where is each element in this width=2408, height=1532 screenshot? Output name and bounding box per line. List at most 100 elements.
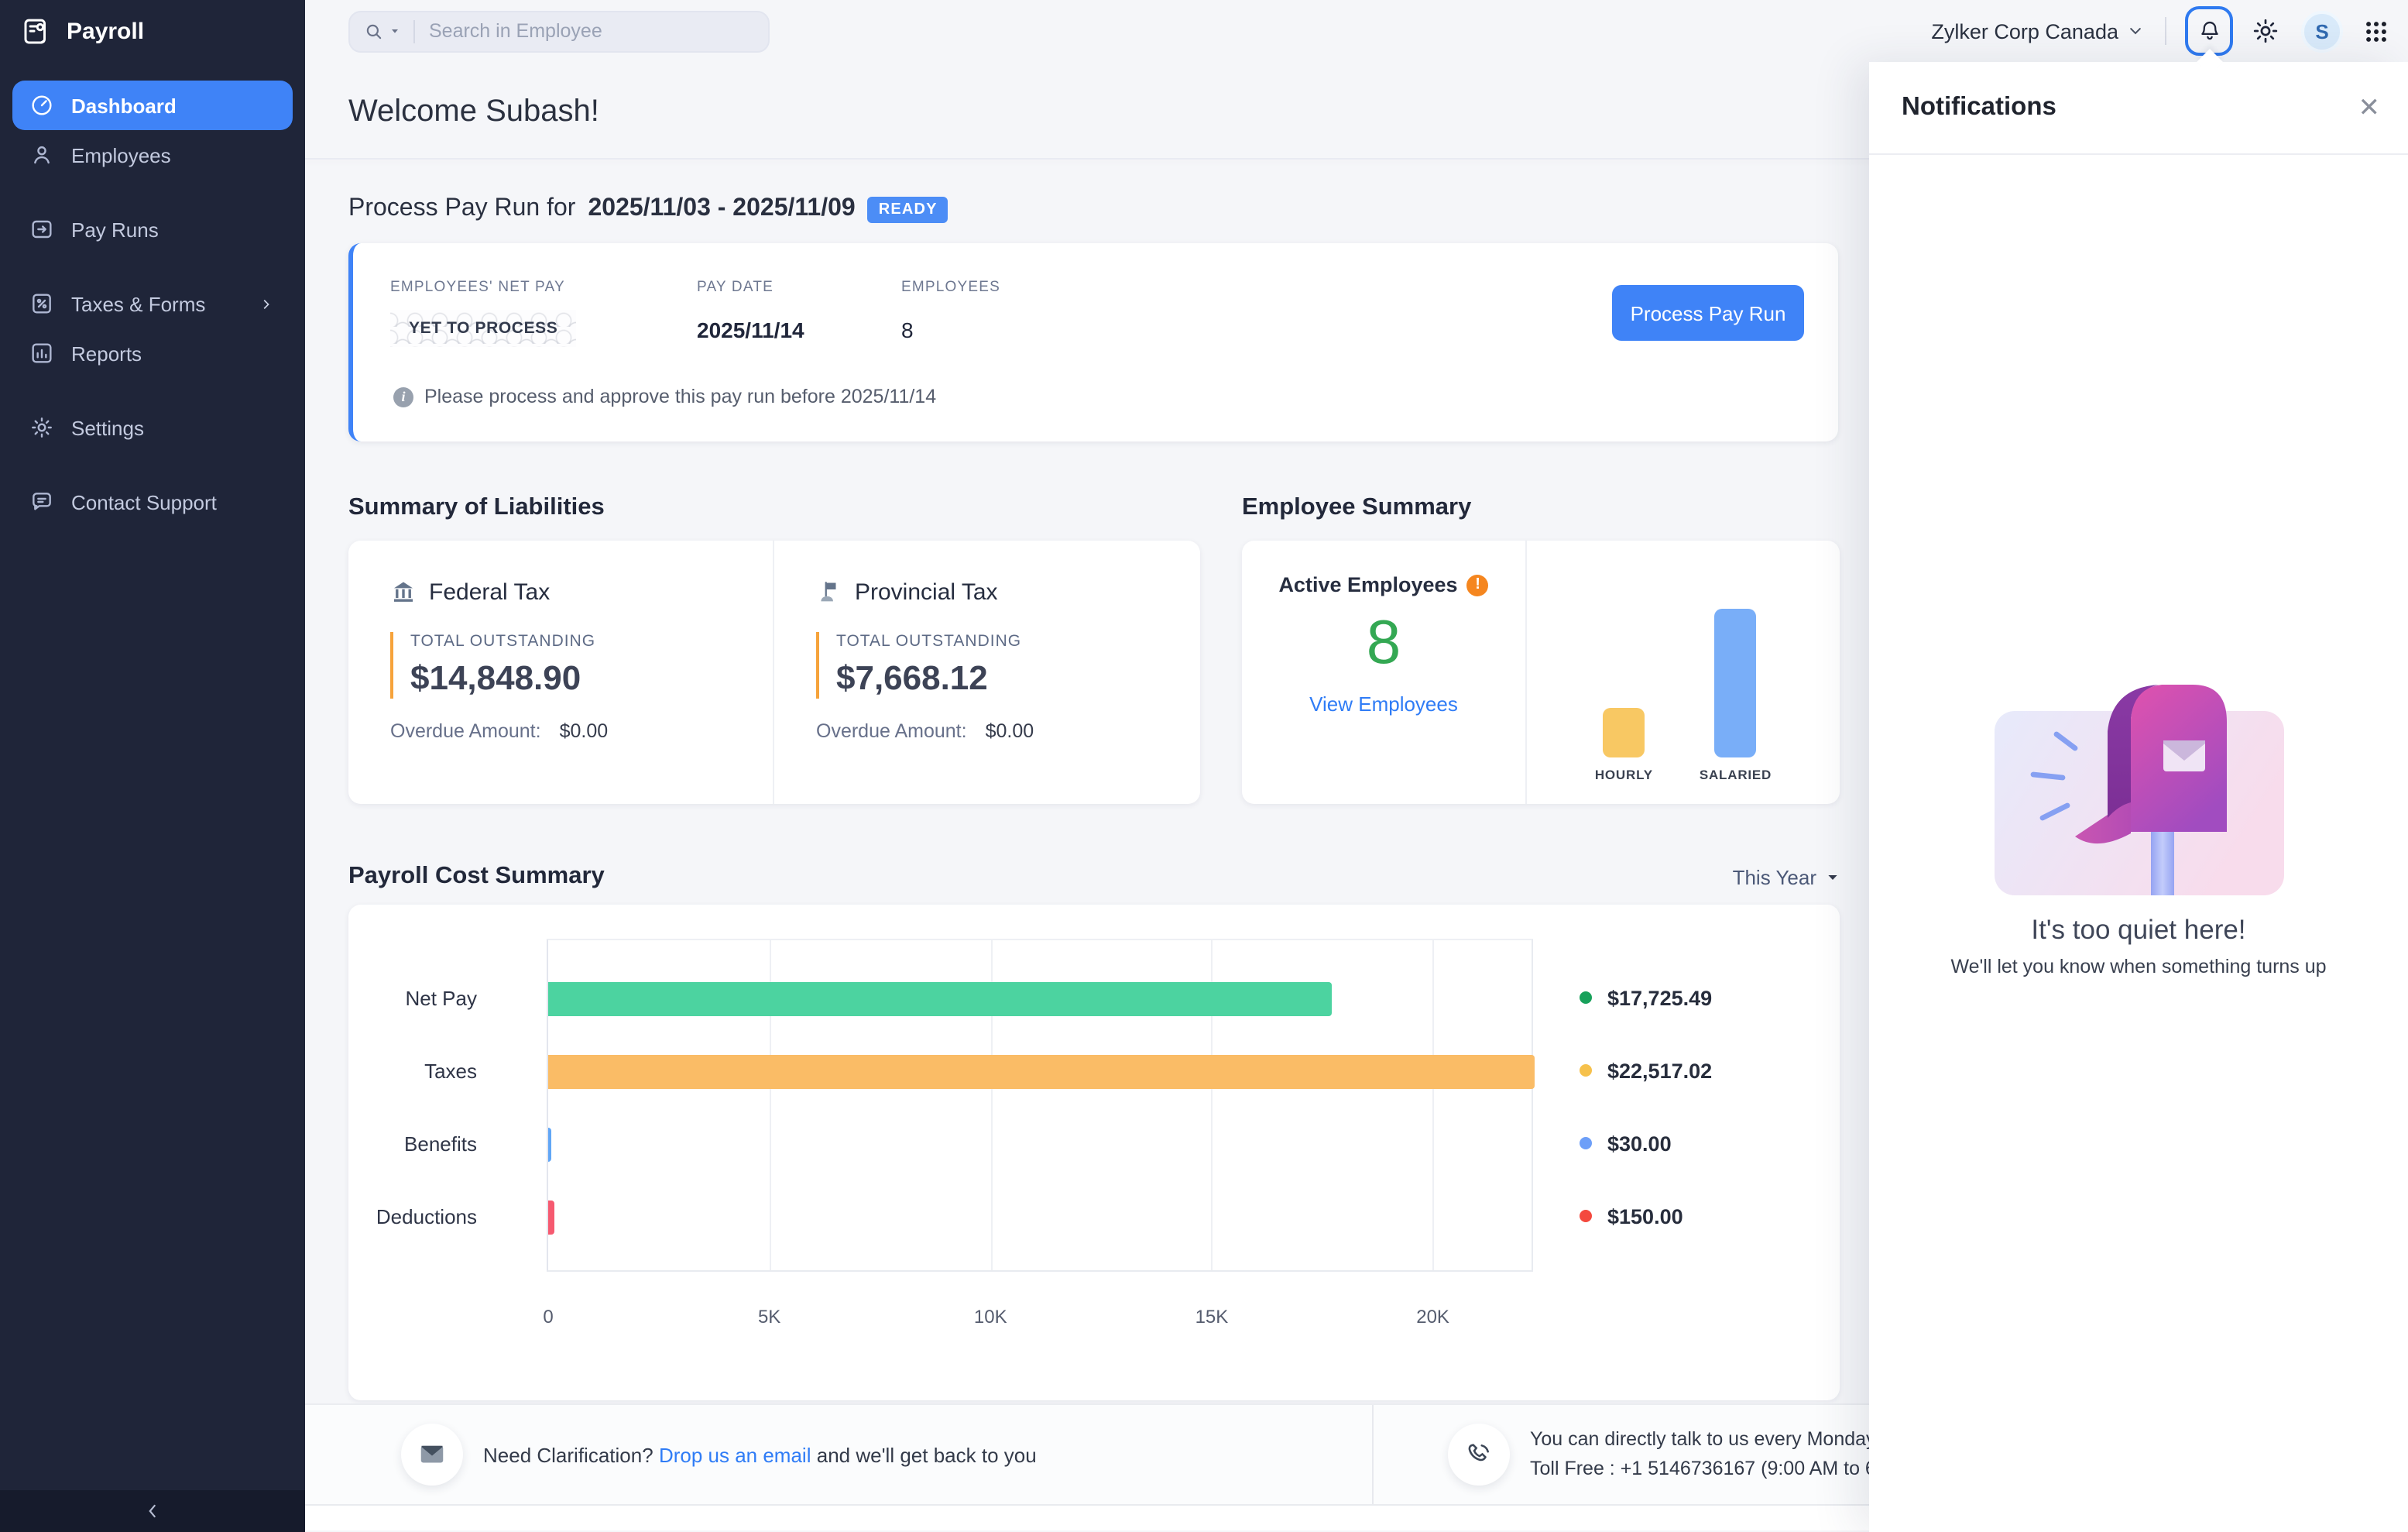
process-pay-run-button[interactable]: Process Pay Run (1612, 285, 1804, 341)
user-avatar[interactable]: S (2301, 10, 2343, 52)
sidebar-item-pay-runs[interactable]: Pay Runs (12, 204, 293, 254)
federal-tax-cell: Federal Tax TOTAL OUTSTANDING $14,848.90… (348, 541, 774, 804)
payrun-note: i Please process and approve this pay ru… (393, 386, 936, 407)
employee-summary-title: Employee Summary (1242, 494, 1840, 522)
liabilities-card: Federal Tax TOTAL OUTSTANDING $14,848.90… (348, 541, 1200, 804)
email-prefix: Need Clarification? (483, 1443, 653, 1466)
gear-icon (2252, 17, 2279, 45)
federal-tax-name: Federal Tax (429, 579, 550, 606)
legend-dot (1580, 1137, 1592, 1149)
sidebar-item-label: Taxes & Forms (71, 292, 205, 315)
employee-summary-section: Employee Summary Active Employees ! 8 Vi… (1242, 494, 1840, 804)
search-input[interactable] (429, 20, 708, 42)
provincial-overdue: Overdue Amount: $0.00 (816, 720, 1200, 742)
net-pay-value: YET TO PROCESS (390, 310, 576, 347)
legend-row: $17,725.49 (1580, 961, 1712, 1034)
settings-button[interactable] (2252, 17, 2279, 45)
employees-count: 8 (901, 318, 1000, 342)
status-badge: READY (868, 196, 948, 222)
mini-bar-group-hourly: HOURLY (1595, 708, 1653, 782)
federal-outstanding: TOTAL OUTSTANDING $14,848.90 (390, 632, 773, 699)
sidebar-item-label: Pay Runs (71, 218, 159, 241)
sidebar-item-taxes-forms[interactable]: Taxes & Forms (12, 279, 293, 328)
period-selector[interactable]: This Year (1733, 865, 1840, 888)
sidebar-item-label: Contact Support (71, 490, 217, 514)
gridline (1433, 940, 1435, 1270)
liabilities-section: Summary of Liabilities Federal Tax (348, 494, 1200, 804)
payrun-date-range: 2025/11/03 - 2025/11/09 (588, 195, 855, 223)
bank-icon (390, 579, 417, 606)
payrun-title-prefix: Process Pay Run for (348, 195, 575, 223)
provincial-outstanding-amount: $7,668.12 (836, 658, 1200, 699)
view-employees-link[interactable]: View Employees (1309, 692, 1458, 716)
sidebar-item-settings[interactable]: Settings (12, 403, 293, 452)
payroll-logo-icon (20, 15, 53, 47)
sidebar-collapse-button[interactable] (0, 1490, 305, 1532)
net-pay-column: EMPLOYEES' NET PAY YET TO PROCESS (390, 279, 697, 347)
legend-dot (1580, 991, 1592, 1004)
bar-deductions[interactable] (548, 1201, 555, 1235)
sidebar-item-reports[interactable]: Reports (12, 328, 293, 378)
flag-icon (816, 579, 842, 606)
bar-net-pay[interactable] (548, 982, 1333, 1016)
sidebar-item-label: Dashboard (71, 94, 177, 117)
active-employees-cell: Active Employees ! 8 View Employees (1242, 541, 1527, 804)
bar-taxes[interactable] (548, 1055, 1535, 1089)
bar-benefits[interactable] (548, 1128, 551, 1162)
payroll-cost-section: Payroll Cost Summary This Year Net PayTa… (348, 863, 1840, 1400)
app-grid-button[interactable] (2363, 18, 2389, 44)
email-link[interactable]: Drop us an email (659, 1443, 811, 1466)
overdue-label-2: Overdue Amount: (816, 720, 967, 742)
search-icon[interactable] (364, 17, 401, 45)
chevron-down-icon (2128, 23, 2143, 39)
x-axis-tick: 20K (1416, 1306, 1449, 1328)
search-scope-caret-icon[interactable] (389, 17, 401, 45)
period-value: This Year (1733, 865, 1816, 888)
provincial-tax-cell: Provincial Tax TOTAL OUTSTANDING $7,668.… (774, 541, 1200, 804)
sidebar-item-employees[interactable]: Employees (12, 130, 293, 180)
legend-dot (1580, 1064, 1592, 1077)
employees-icon (29, 143, 54, 167)
legend-dot (1580, 1210, 1592, 1222)
app-title: Payroll (67, 18, 144, 44)
sidebar-item-contact-support[interactable]: Contact Support (12, 477, 293, 527)
legend-row: $30.00 (1580, 1107, 1712, 1180)
sidebar: Payroll Dashboard Employees Pay Runs Taxes … (0, 0, 305, 1532)
provincial-tax-name: Provincial Tax (855, 579, 998, 606)
empty-state-title: It's too quiet here! (2031, 914, 2245, 946)
mini-bar-hourly[interactable] (1603, 708, 1645, 757)
payroll-cost-card: Net PayTaxesBenefitsDeductions 05K10K15K… (348, 905, 1840, 1400)
info-icon: i (393, 386, 413, 407)
employee-summary-card: Active Employees ! 8 View Employees HOUR… (1242, 541, 1840, 804)
topbar-divider (2165, 17, 2166, 45)
employees-column: EMPLOYEES 8 (901, 279, 1000, 347)
global-search[interactable] (348, 10, 770, 52)
dashboard-icon (29, 93, 54, 118)
phone-icon (1465, 1441, 1493, 1468)
close-icon[interactable]: ✕ (2358, 94, 2381, 121)
legend-row: $22,517.02 (1580, 1034, 1712, 1107)
cost-category-label: Deductions (348, 1180, 547, 1252)
mini-bar-group-salaried: SALARIED (1700, 609, 1772, 782)
pay-date-column: PAY DATE 2025/11/14 (697, 279, 901, 347)
employees-label: EMPLOYEES (901, 279, 1000, 296)
x-axis-tick: 0 (543, 1306, 553, 1328)
notifications-title: Notifications (1902, 93, 2056, 122)
cost-chart-plot: 05K10K15K20K (547, 939, 1533, 1272)
sidebar-item-dashboard[interactable]: Dashboard (12, 81, 293, 130)
mini-bar-salaried[interactable] (1715, 609, 1757, 757)
org-selector[interactable]: Zylker Corp Canada (1931, 19, 2143, 43)
sidebar-nav: Dashboard Employees Pay Runs Taxes & Forms R… (0, 62, 305, 527)
provincial-overdue-amount: $0.00 (986, 720, 1034, 742)
x-axis-tick: 5K (758, 1306, 780, 1328)
provincial-outstanding: TOTAL OUTSTANDING $7,668.12 (816, 632, 1200, 699)
chevron-left-icon (142, 1501, 163, 1521)
federal-overdue-amount: $0.00 (560, 720, 609, 742)
net-pay-label: EMPLOYEES' NET PAY (390, 279, 697, 296)
legend-row: $150.00 (1580, 1180, 1712, 1252)
search-divider (413, 19, 415, 43)
cost-chart-legend: $17,725.49$22,517.02$30.00$150.00 (1580, 939, 1712, 1400)
cost-category-label: Net Pay (348, 961, 547, 1034)
x-axis-tick: 10K (974, 1306, 1007, 1328)
warning-icon[interactable]: ! (1467, 574, 1489, 596)
